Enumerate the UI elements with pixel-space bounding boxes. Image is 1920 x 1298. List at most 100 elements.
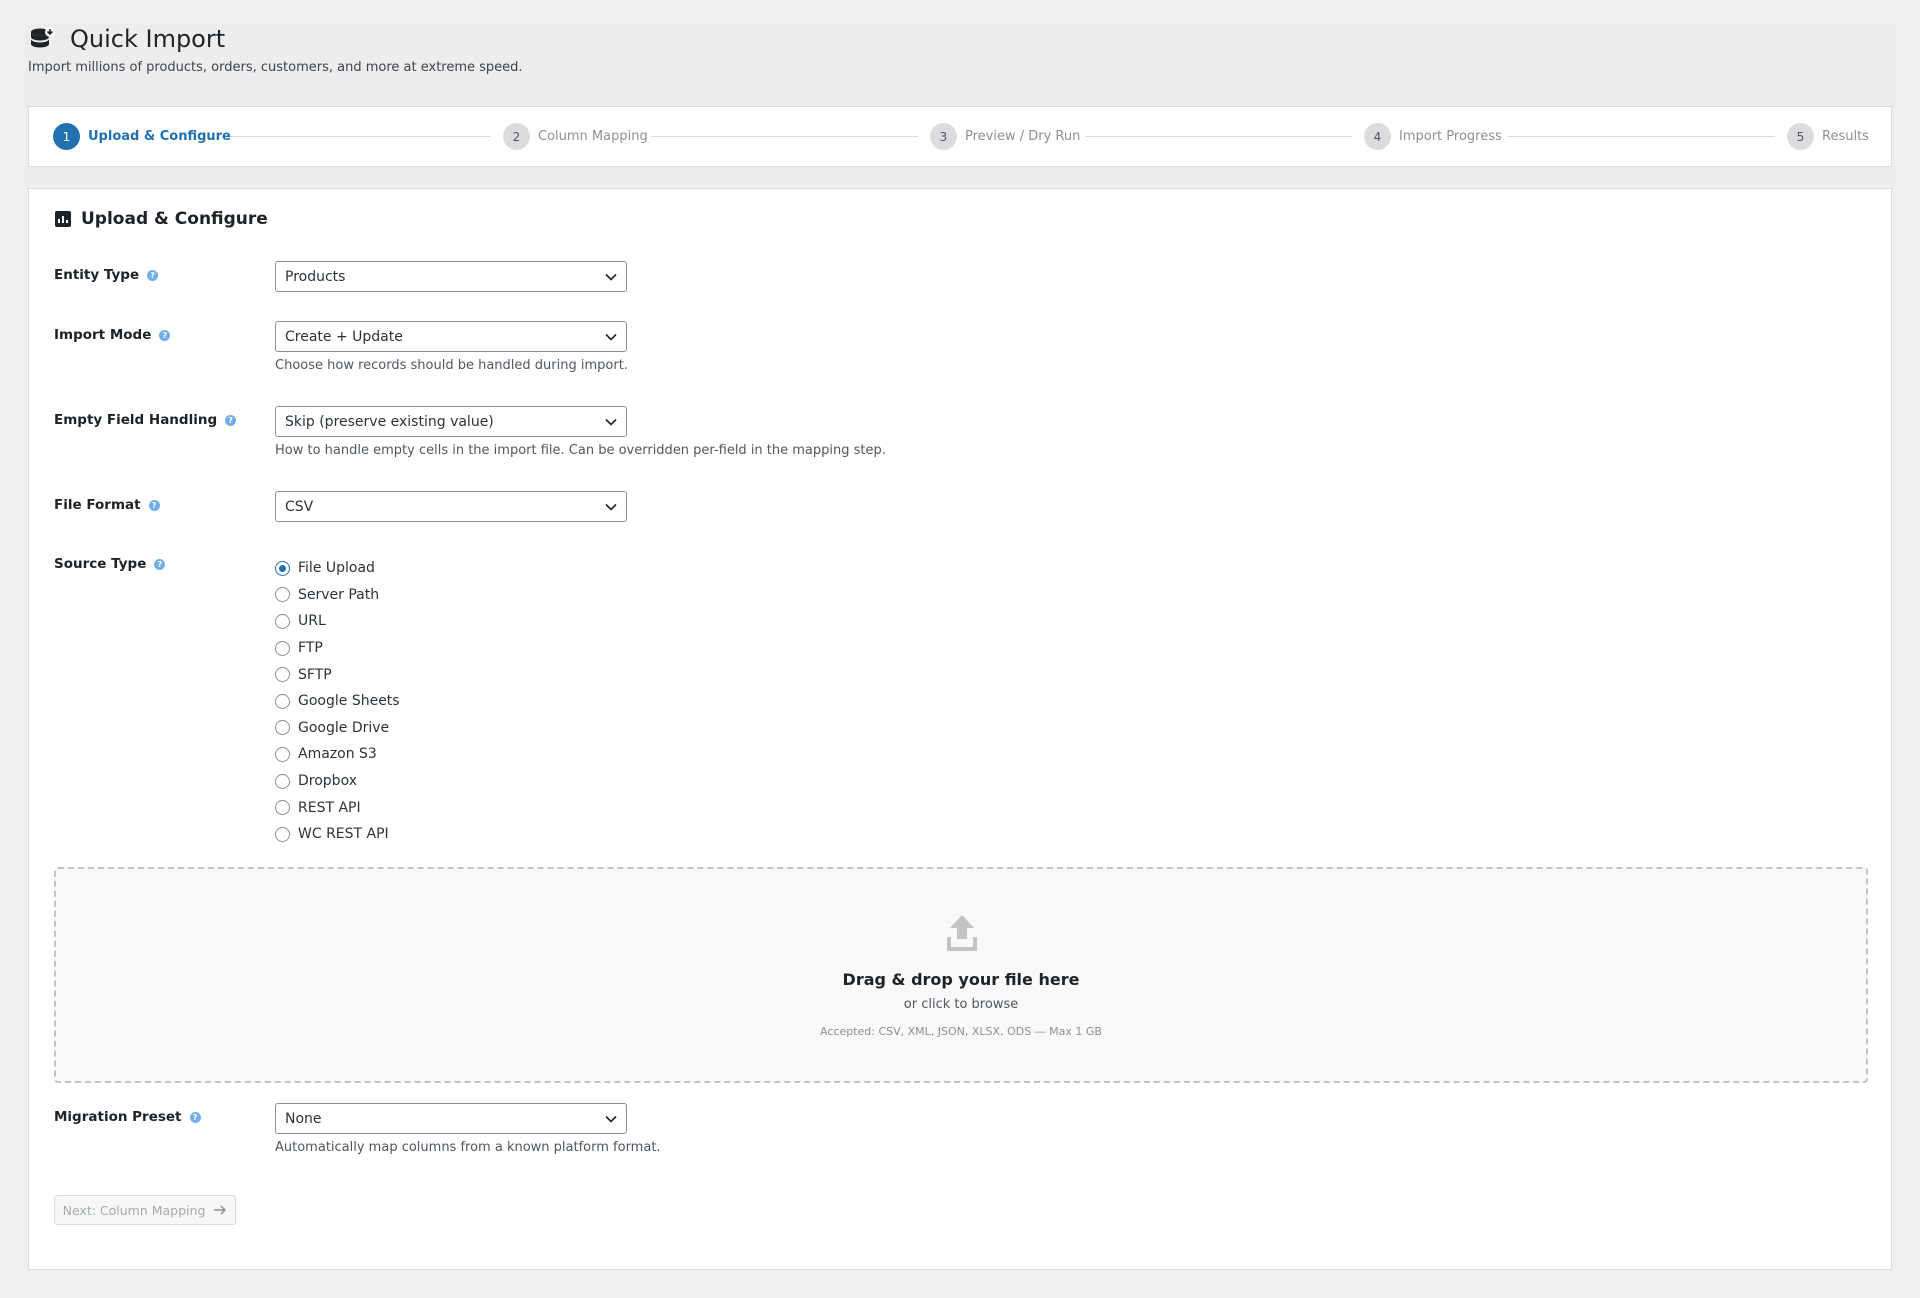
radio-label: Google Drive [298,719,390,736]
page-subtitle: Import millions of products, orders, cus… [28,60,523,75]
step-number: 1 [53,123,80,150]
upload-icon [947,915,977,951]
panel-header: Upload & Configure [55,209,268,229]
migration-preset-select[interactable]: None [275,1103,627,1134]
step-column-mapping[interactable]: 2 Column Mapping [503,107,648,166]
dropzone-title: Drag & drop your file here [842,970,1080,989]
migration-preset-label: Migration Preset ? [54,1109,201,1125]
step-label: Preview / Dry Run [965,129,1081,144]
step-connector [1508,136,1775,137]
source-option-rest-api[interactable]: REST API [275,794,400,821]
radio-button[interactable] [275,800,290,816]
empty-field-label: Empty Field Handling ? [54,412,237,428]
source-option-wc-rest-api[interactable]: WC REST API [275,821,400,848]
radio-button[interactable] [275,613,290,629]
upload-configure-panel: Upload & Configure Entity Type ? Product… [28,188,1892,1270]
source-option-amazon-s3[interactable]: Amazon S3 [275,741,400,768]
help-icon[interactable]: ? [225,414,237,426]
import-mode-select[interactable]: Create + Update [275,321,627,352]
migration-preset-value: None [285,1110,322,1127]
import-mode-description: Choose how records should be handled dur… [275,358,628,373]
radio-button[interactable] [275,746,290,762]
empty-field-value: Skip (preserve existing value) [285,413,494,430]
source-option-google-drive[interactable]: Google Drive [275,715,400,742]
chevron-down-icon [605,333,617,341]
step-upload-configure[interactable]: 1 Upload & Configure [53,107,231,166]
page-title: Quick Import [70,25,226,53]
radio-button[interactable] [275,693,290,709]
radio-label: File Upload [298,560,375,577]
radio-button[interactable] [275,640,290,656]
step-connector [651,136,918,137]
empty-field-select[interactable]: Skip (preserve existing value) [275,406,627,437]
source-option-server-path[interactable]: Server Path [275,582,400,609]
migration-preset-description: Automatically map columns from a known p… [275,1140,661,1155]
help-icon[interactable]: ? [189,1111,201,1123]
radio-label: Google Sheets [298,693,400,710]
migration-preset-text: Migration Preset [54,1109,182,1125]
radio-button[interactable] [275,826,290,842]
file-format-text: File Format [54,497,141,513]
step-label: Import Progress [1399,129,1502,144]
next-column-mapping-button[interactable]: Next: Column Mapping [54,1195,236,1225]
source-option-url[interactable]: URL [275,608,400,635]
import-mode-value: Create + Update [285,328,403,345]
chevron-down-icon [605,273,617,281]
import-mode-label: Import Mode ? [54,327,171,343]
panel-title: Upload & Configure [81,209,268,229]
step-number: 5 [1787,123,1814,150]
next-button-label: Next: Column Mapping [62,1202,206,1218]
radio-label: WC REST API [298,826,389,843]
radio-label: REST API [298,799,361,816]
import-stepper: 1 Upload & Configure 2 Column Mapping 3 … [28,106,1892,167]
database-import-icon [31,27,55,48]
step-results[interactable]: 5 Results [1787,107,1869,166]
file-format-value: CSV [285,498,314,515]
radio-button[interactable] [275,587,290,603]
help-icon[interactable]: ? [159,329,171,341]
step-number: 2 [503,123,530,150]
entity-type-select[interactable]: Products [275,261,627,292]
step-number: 3 [930,123,957,150]
source-option-sftp[interactable]: SFTP [275,661,400,688]
help-icon[interactable]: ? [148,499,160,511]
help-icon[interactable]: ? [147,269,159,281]
source-option-file-upload[interactable]: File Upload [275,555,400,582]
radio-button[interactable] [275,560,290,576]
entity-type-text: Entity Type [54,267,140,283]
step-import-progress[interactable]: 4 Import Progress [1364,107,1502,166]
radio-label: SFTP [298,666,332,683]
source-option-ftp[interactable]: FTP [275,635,400,662]
chevron-down-icon [605,418,617,426]
file-dropzone[interactable]: Drag & drop your file here or click to b… [54,867,1868,1083]
upload-chart-icon [55,211,71,227]
step-label: Upload & Configure [88,129,231,144]
radio-button[interactable] [275,773,290,789]
step-label: Column Mapping [538,129,648,144]
radio-button[interactable] [275,720,290,736]
page-header: Quick Import [28,24,225,54]
import-mode-text: Import Mode [54,327,152,343]
source-type-label: Source Type ? [54,556,166,572]
entity-type-label: Entity Type ? [54,267,159,283]
source-type-radio-group: File Upload Server Path URL FTP SFTP Goo… [275,555,400,848]
radio-label: Amazon S3 [298,746,377,763]
file-format-select[interactable]: CSV [275,491,627,522]
step-label: Results [1822,129,1869,144]
dropzone-browse-hint: or click to browse [903,997,1019,1012]
source-option-dropbox[interactable]: Dropbox [275,768,400,795]
source-option-google-sheets[interactable]: Google Sheets [275,688,400,715]
step-connector [224,136,491,137]
empty-field-description: How to handle empty cells in the import … [275,443,886,458]
step-connector [1085,136,1352,137]
empty-field-text: Empty Field Handling [54,412,218,428]
file-format-label: File Format ? [54,497,160,513]
radio-label: Dropbox [298,773,357,790]
chevron-down-icon [605,1115,617,1123]
radio-button[interactable] [275,667,290,683]
radio-label: URL [298,613,326,630]
help-icon[interactable]: ? [154,558,166,570]
radio-label: Server Path [298,586,380,603]
step-preview-dry-run[interactable]: 3 Preview / Dry Run [930,107,1080,166]
radio-label: FTP [298,640,323,657]
